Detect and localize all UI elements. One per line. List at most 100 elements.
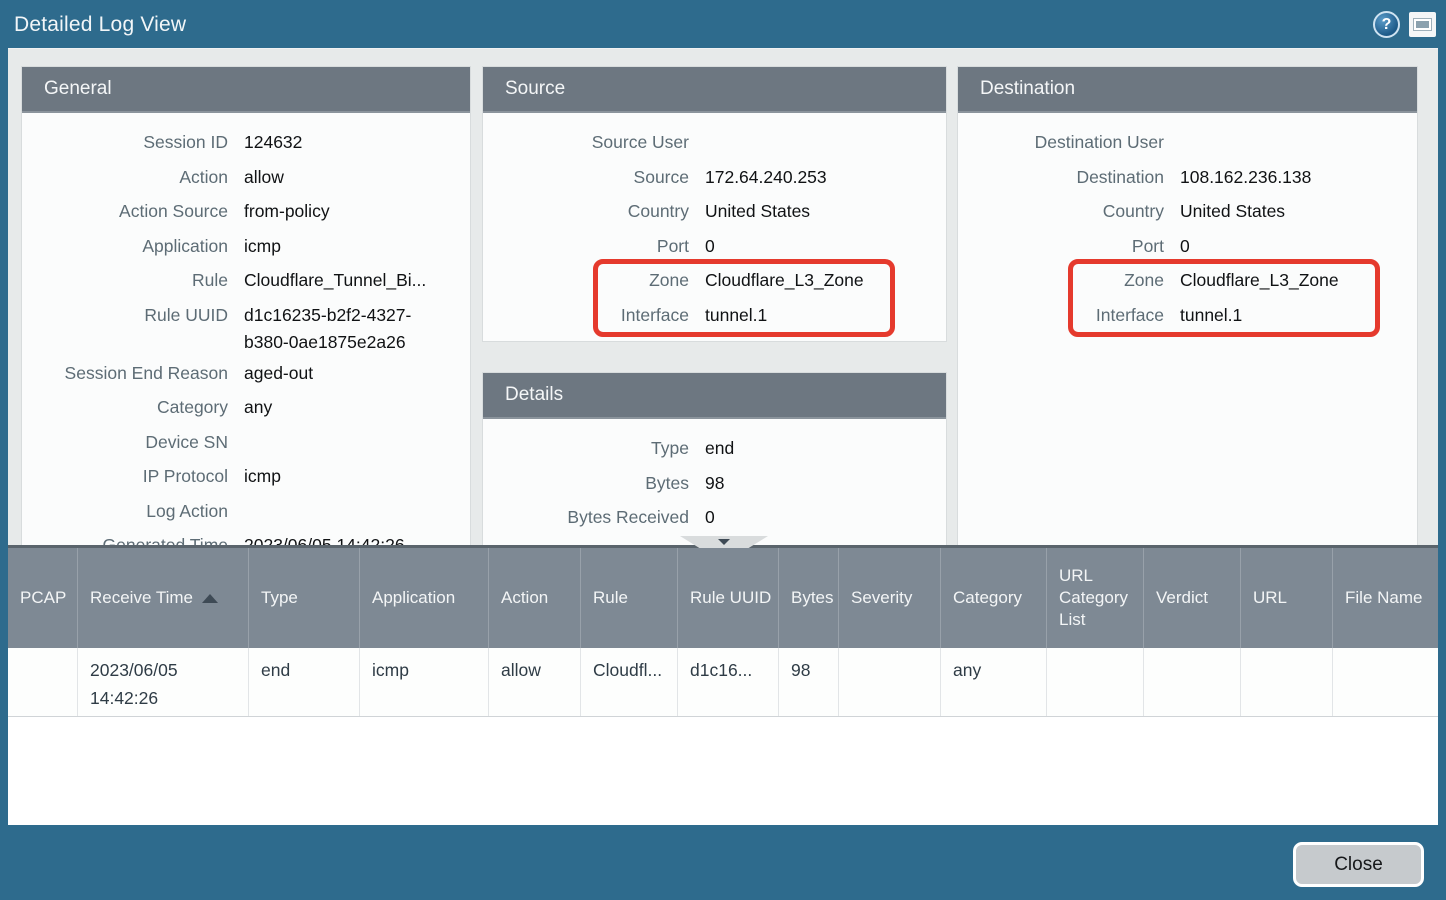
column-header-application[interactable]: Application	[360, 548, 489, 648]
maximize-icon[interactable]	[1409, 12, 1436, 37]
panel-destination: Destination Destination User Destination…	[958, 67, 1417, 546]
field-value: Cloudflare_L3_Zone	[1180, 263, 1339, 298]
field-value: icmp	[244, 459, 281, 494]
panel-general-body: Session ID 124632 Action allow Action So…	[22, 113, 470, 546]
field-row-source-port: Port 0	[483, 229, 946, 264]
column-label: Bytes	[791, 587, 834, 609]
field-label: Source	[483, 160, 689, 195]
field-label: Session ID	[22, 125, 228, 160]
cell-url	[1241, 648, 1333, 716]
column-label: Receive Time	[90, 587, 193, 609]
cell-rule: Cloudfl...	[581, 648, 678, 716]
field-row-source-country: Country United States	[483, 194, 946, 229]
field-label: Generated Time	[22, 528, 228, 546]
field-row-source-interface: Interface tunnel.1	[483, 298, 946, 333]
column-header-file-name[interactable]: File Name	[1333, 548, 1438, 648]
column-label: Verdict	[1156, 587, 1208, 609]
field-row-source-zone: Zone Cloudflare_L3_Zone	[483, 263, 946, 298]
field-value: 2023/06/05 14:42:26	[244, 528, 405, 546]
field-label: Country	[483, 194, 689, 229]
column-header-category[interactable]: Category	[941, 548, 1047, 648]
field-row-ip-protocol: IP Protocol icmp	[22, 459, 470, 494]
help-icon-glyph: ?	[1382, 16, 1392, 34]
field-value: 0	[705, 229, 715, 264]
cell-severity	[839, 648, 941, 716]
column-label: Severity	[851, 587, 912, 609]
maximize-icon-inner	[1414, 19, 1431, 30]
field-value: 108.162.236.138	[1180, 160, 1311, 195]
field-label: Source User	[483, 125, 689, 160]
field-value: aged-out	[244, 356, 313, 391]
field-label: Port	[483, 229, 689, 264]
field-row-destination-country: Country United States	[958, 194, 1417, 229]
column-label: Rule UUID	[690, 587, 771, 609]
field-label: Zone	[958, 263, 1164, 298]
panel-destination-body: Destination User Destination 108.162.236…	[958, 113, 1417, 332]
column-header-url[interactable]: URL	[1241, 548, 1333, 648]
field-label: Session End Reason	[22, 356, 228, 391]
cell-receive-time: 2023/06/05 14:42:26	[78, 648, 249, 716]
sort-ascending-icon	[202, 594, 218, 603]
field-value: 124632	[244, 125, 302, 160]
field-label: Action Source	[22, 194, 228, 229]
field-row-application: Application icmp	[22, 229, 470, 264]
column-header-pcap[interactable]: PCAP	[8, 548, 78, 648]
field-value: tunnel.1	[705, 298, 767, 333]
field-value: icmp	[244, 229, 281, 264]
column-header-url-category-list[interactable]: URL Category List	[1047, 548, 1144, 648]
column-label: Action	[501, 587, 548, 609]
panel-source-header: Source	[483, 67, 946, 113]
panel-details: Details Type end Bytes 98 Bytes Received…	[483, 373, 946, 546]
field-label: Application	[22, 229, 228, 264]
column-header-severity[interactable]: Severity	[839, 548, 941, 648]
close-button[interactable]: Close	[1293, 842, 1424, 887]
cell-bytes: 98	[779, 648, 839, 716]
column-label: File Name	[1345, 587, 1422, 609]
field-value: end	[705, 431, 734, 466]
field-row-source-user: Source User	[483, 125, 946, 160]
field-row-destination: Destination 108.162.236.138	[958, 160, 1417, 195]
column-label: Rule	[593, 587, 628, 609]
field-label: Device SN	[22, 425, 228, 460]
field-row-rule: Rule Cloudflare_Tunnel_Bi...	[22, 263, 470, 298]
field-value: allow	[244, 160, 284, 195]
column-header-bytes[interactable]: Bytes	[779, 548, 839, 648]
panel-destination-header: Destination	[958, 67, 1417, 113]
field-value: 172.64.240.253	[705, 160, 827, 195]
column-header-verdict[interactable]: Verdict	[1144, 548, 1241, 648]
log-table-header: PCAP Receive Time Type Application Actio…	[8, 548, 1438, 648]
field-row-destination-zone: Zone Cloudflare_L3_Zone	[958, 263, 1417, 298]
cell-url-category-list	[1047, 648, 1144, 716]
log-table: PCAP Receive Time Type Application Actio…	[8, 545, 1438, 825]
panel-general: General Session ID 124632 Action allow A…	[22, 67, 470, 546]
field-label: Bytes Received	[483, 500, 689, 535]
cell-type: end	[249, 648, 360, 716]
column-label: PCAP	[20, 587, 66, 609]
cell-verdict	[1144, 648, 1241, 716]
panel-details-body: Type end Bytes 98 Bytes Received 0	[483, 419, 946, 535]
field-value: from-policy	[244, 194, 330, 229]
field-label: Interface	[483, 298, 689, 333]
field-row-bytes: Bytes 98	[483, 466, 946, 501]
field-row-bytes-received: Bytes Received 0	[483, 500, 946, 535]
column-label: Type	[261, 587, 298, 609]
dialog-title: Detailed Log View	[14, 13, 186, 37]
field-label: Zone	[483, 263, 689, 298]
log-table-row[interactable]: 2023/06/05 14:42:26 end icmp allow Cloud…	[8, 648, 1438, 717]
field-value: Cloudflare_L3_Zone	[705, 263, 864, 298]
field-row-session-end-reason: Session End Reason aged-out	[22, 356, 470, 391]
column-header-receive-time[interactable]: Receive Time	[78, 548, 249, 648]
column-header-rule-uuid[interactable]: Rule UUID	[678, 548, 779, 648]
column-header-rule[interactable]: Rule	[581, 548, 678, 648]
dialog-content: General Session ID 124632 Action allow A…	[8, 48, 1438, 545]
field-value: d1c16235-b2f2-4327-b380-0ae1875e2a26	[244, 298, 449, 356]
help-icon[interactable]: ?	[1373, 11, 1400, 38]
field-label: Interface	[958, 298, 1164, 333]
field-row-destination-interface: Interface tunnel.1	[958, 298, 1417, 333]
field-label: Destination User	[958, 125, 1164, 160]
column-header-action[interactable]: Action	[489, 548, 581, 648]
cell-category: any	[941, 648, 1047, 716]
cell-action: allow	[489, 648, 581, 716]
column-header-type[interactable]: Type	[249, 548, 360, 648]
field-value: Cloudflare_Tunnel_Bi...	[244, 263, 426, 298]
